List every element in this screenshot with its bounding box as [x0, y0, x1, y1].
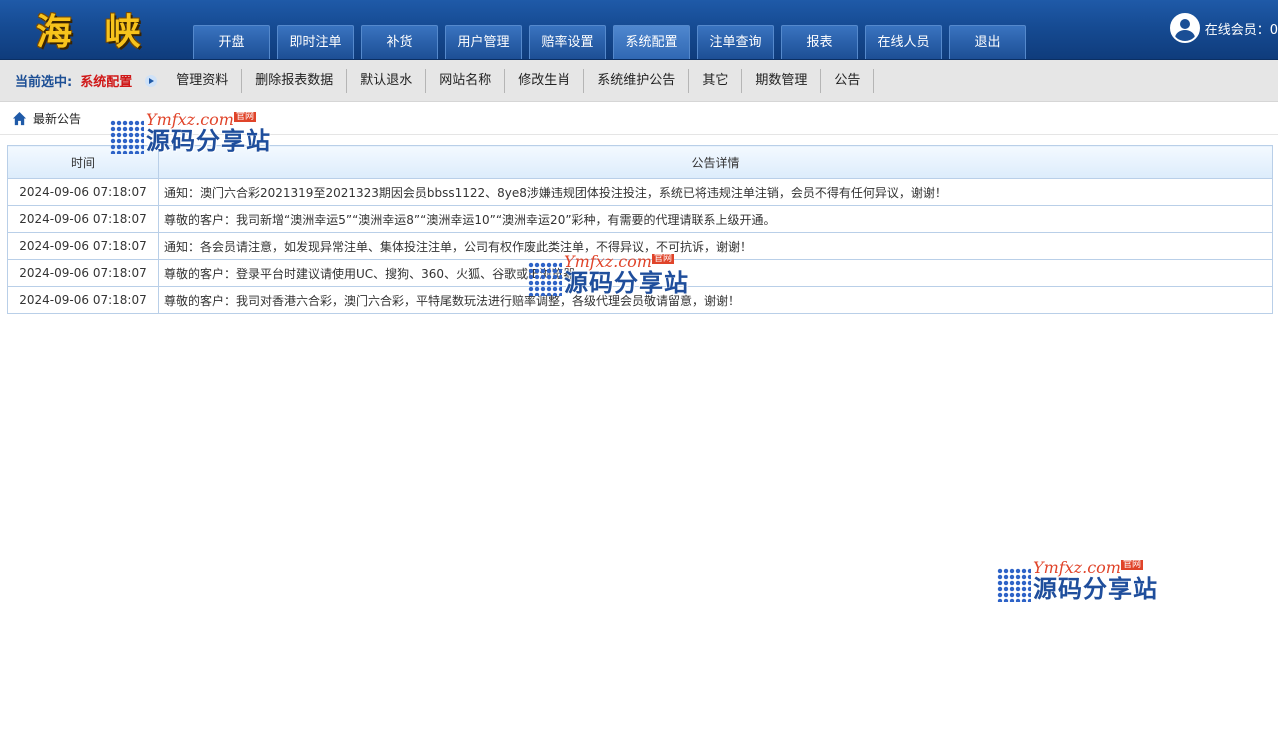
sub-nav: 当前选中: 系统配置 管理资料 删除报表数据 默认退水 网站名称 修改生肖 系统…: [0, 60, 1278, 102]
subnav-maintenance-notice[interactable]: 系统维护公告: [584, 68, 690, 93]
current-selection-label: 当前选中:: [15, 75, 73, 90]
announcement-table: 时间 公告详情 2024-09-06 07:18:07 通知：澳门六合彩2021…: [7, 145, 1273, 314]
current-selection-value: 系统配置: [80, 75, 133, 90]
subnav-other[interactable]: 其它: [689, 68, 743, 93]
home-icon: [12, 111, 27, 125]
row-time: 2024-09-06 07:18:07: [7, 205, 159, 233]
column-header-time: 时间: [7, 145, 159, 179]
subnav-announcements[interactable]: 公告: [821, 68, 875, 93]
row-detail: 尊敬的客户：登录平台时建议请使用UC、搜狗、360、火狐、谷歌或IE浏览器: [158, 259, 1273, 287]
watermark-dots-icon: [997, 568, 1031, 602]
watermark-badge: 官网: [1120, 560, 1143, 570]
nav-logout[interactable]: 退出: [949, 25, 1026, 59]
nav-user-management[interactable]: 用户管理: [445, 25, 522, 59]
subnav-site-name[interactable]: 网站名称: [426, 68, 506, 93]
row-time: 2024-09-06 07:18:07: [7, 178, 159, 206]
watermark-logo: Ymfxz.com 官网 源码分享站: [997, 560, 1158, 602]
subnav-period-management[interactable]: 期数管理: [742, 68, 822, 93]
row-detail: 尊敬的客户：我司新增“澳洲幸运5”“澳洲幸运8”“澳洲幸运10”“澳洲幸运20”…: [158, 205, 1273, 233]
nav-system-config[interactable]: 系统配置: [613, 25, 690, 59]
table-row: 2024-09-06 07:18:07 尊敬的客户：我司新增“澳洲幸运5”“澳洲…: [7, 205, 1273, 233]
main-nav: 开盘 即时注单 补货 用户管理 赔率设置 系统配置 注单查询 报表 在线人员 退…: [193, 25, 1026, 59]
subnav-delete-report-data[interactable]: 删除报表数据: [242, 68, 348, 93]
nav-open-market[interactable]: 开盘: [193, 25, 270, 59]
row-time: 2024-09-06 07:18:07: [7, 259, 159, 287]
row-detail: 通知：澳门六合彩2021319至2021323期因会员bbss1122、8ye8…: [158, 178, 1273, 206]
row-time: 2024-09-06 07:18:07: [7, 232, 159, 260]
nav-replenish[interactable]: 补货: [361, 25, 438, 59]
nav-online-users[interactable]: 在线人员: [865, 25, 942, 59]
watermark-url: Ymfxz.com: [1033, 558, 1121, 577]
subnav-edit-zodiac[interactable]: 修改生肖: [505, 68, 585, 93]
nav-live-bets[interactable]: 即时注单: [277, 25, 354, 59]
table-row: 2024-09-06 07:18:07 尊敬的客户：登录平台时建议请使用UC、搜…: [7, 259, 1273, 287]
arrow-right-icon: [145, 74, 158, 87]
page-title: 最新公告: [33, 111, 82, 126]
online-members[interactable]: 在线会员：0: [1169, 13, 1278, 43]
announcement-table-container: 时间 公告详情 2024-09-06 07:18:07 通知：澳门六合彩2021…: [7, 145, 1273, 314]
table-row: 2024-09-06 07:18:07 尊敬的客户：我司对香港六合彩，澳门六合彩…: [7, 286, 1273, 314]
user-avatar-icon: [1169, 13, 1200, 43]
top-header: 海 峡 开盘 即时注单 补货 用户管理 赔率设置 系统配置 注单查询 报表 在线…: [0, 0, 1278, 60]
online-members-label: 在线会员：0: [1204, 22, 1278, 38]
table-header-row: 时间 公告详情: [7, 145, 1273, 179]
row-detail: 通知：各会员请注意，如发现异常注单、集体投注注单，公司有权作废此类注单，不得异议…: [158, 232, 1273, 260]
subnav-default-rebate[interactable]: 默认退水: [347, 68, 427, 93]
breadcrumb: 最新公告: [0, 102, 1278, 135]
row-detail: 尊敬的客户：我司对香港六合彩，澳门六合彩，平特尾数玩法进行赔率调整，各级代理会员…: [158, 286, 1273, 314]
site-logo: 海 峡: [36, 11, 151, 53]
table-row: 2024-09-06 07:18:07 通知：澳门六合彩2021319至2021…: [7, 178, 1273, 206]
nav-reports[interactable]: 报表: [781, 25, 858, 59]
table-row: 2024-09-06 07:18:07 通知：各会员请注意，如发现异常注单、集体…: [7, 232, 1273, 260]
subnav-admin-info[interactable]: 管理资料: [163, 68, 243, 93]
nav-odds-settings[interactable]: 赔率设置: [529, 25, 606, 59]
nav-bet-query[interactable]: 注单查询: [697, 25, 774, 59]
watermark-name: 源码分享站: [1033, 575, 1158, 603]
column-header-detail: 公告详情: [158, 145, 1273, 179]
row-time: 2024-09-06 07:18:07: [7, 286, 159, 314]
